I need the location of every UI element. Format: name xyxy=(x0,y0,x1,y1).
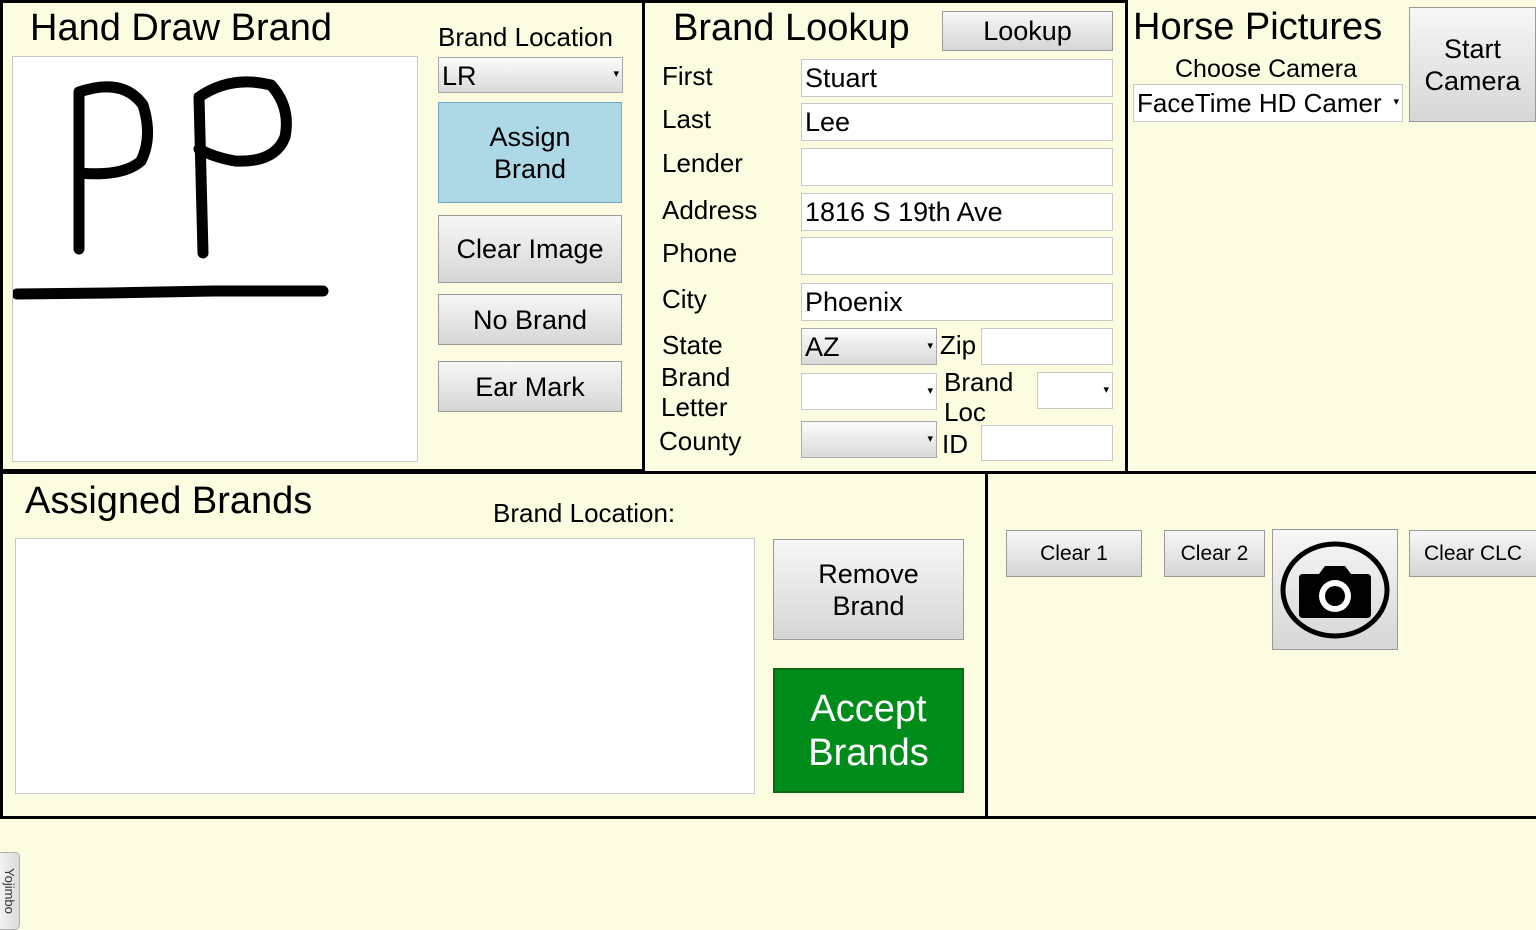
assigned-brands-list[interactable] xyxy=(15,538,755,794)
phone-field[interactable] xyxy=(801,237,1113,275)
brand-letter-label-line1: Brand xyxy=(661,362,731,392)
capture-photo-button[interactable] xyxy=(1272,529,1398,650)
brand-location-value: LR xyxy=(442,61,477,91)
first-label: First xyxy=(662,61,713,91)
horse-pictures-title: Horse Pictures xyxy=(1133,6,1383,48)
brand-loc-select[interactable]: ▾ xyxy=(1037,372,1113,409)
brand-location-label: Brand Location xyxy=(438,22,613,52)
clear-1-button[interactable]: Clear 1 xyxy=(1006,530,1142,577)
camera-value: FaceTime HD Camer xyxy=(1137,88,1382,118)
clear-image-button[interactable]: Clear Image xyxy=(438,215,622,283)
choose-camera-label: Choose Camera xyxy=(1174,55,1358,83)
address-label: Address xyxy=(662,195,758,225)
brand-loc-label-line1: Brand xyxy=(944,367,1014,397)
no-brand-button[interactable]: No Brand xyxy=(438,294,622,345)
county-label: County xyxy=(659,426,742,456)
yojimbo-side-tab[interactable]: Yojimbo xyxy=(0,852,20,930)
chevron-down-icon: ▾ xyxy=(927,384,933,397)
camera-select[interactable]: FaceTime HD Camer ▾ xyxy=(1133,84,1403,122)
start-camera-button[interactable]: Start Camera xyxy=(1409,7,1536,122)
drawn-brand-strokes xyxy=(11,76,329,300)
id-field[interactable] xyxy=(981,425,1113,461)
brand-loc-label-line2: Loc xyxy=(944,397,986,427)
clear-2-button[interactable]: Clear 2 xyxy=(1164,530,1265,577)
accept-brands-button[interactable]: Accept Brands xyxy=(773,668,964,793)
brand-location-select[interactable]: LR ▾ xyxy=(438,57,623,93)
yojimbo-tab-label: Yojimbo xyxy=(2,868,17,914)
phone-label: Phone xyxy=(662,238,738,268)
clear-clc-button[interactable]: Clear CLC xyxy=(1409,530,1536,577)
chevron-down-icon: ▾ xyxy=(927,432,933,445)
brand-lookup-title: Brand Lookup xyxy=(673,7,910,49)
chevron-down-icon: ▾ xyxy=(1103,383,1109,396)
zip-field[interactable] xyxy=(981,328,1113,365)
state-label: State xyxy=(662,330,723,360)
last-label: Last xyxy=(662,104,712,134)
drawing-canvas[interactable] xyxy=(11,56,418,462)
city-field[interactable]: Phoenix xyxy=(801,283,1113,321)
last-name-field[interactable]: Lee xyxy=(801,103,1113,141)
assigned-brands-title: Assigned Brands xyxy=(25,480,313,522)
brand-letter-select[interactable]: ▾ xyxy=(801,373,937,410)
remove-brand-button[interactable]: Remove Brand xyxy=(773,539,964,640)
camera-capture-panel xyxy=(985,471,1536,819)
camera-icon xyxy=(1280,541,1390,638)
first-name-field[interactable]: Stuart xyxy=(801,59,1113,97)
state-select[interactable]: AZ ▾ xyxy=(801,328,937,365)
state-value: AZ xyxy=(805,332,840,362)
address-field[interactable]: 1816 S 19th Ave xyxy=(801,193,1113,231)
chevron-down-icon: ▾ xyxy=(1393,96,1399,108)
lender-label: Lender xyxy=(662,148,743,178)
lender-field[interactable] xyxy=(801,148,1113,186)
city-label: City xyxy=(662,284,707,314)
zip-label: Zip xyxy=(940,330,977,360)
hand-draw-title: Hand Draw Brand xyxy=(30,7,333,49)
ear-mark-button[interactable]: Ear Mark xyxy=(438,361,622,412)
lookup-button[interactable]: Lookup xyxy=(942,11,1113,51)
assign-brand-button[interactable]: Assign Brand xyxy=(438,102,622,203)
county-select[interactable]: ▾ xyxy=(801,421,937,458)
chevron-down-icon: ▾ xyxy=(927,339,933,352)
chevron-down-icon: ▾ xyxy=(613,68,619,80)
assigned-brand-location-label: Brand Location: xyxy=(493,498,676,528)
id-label: ID xyxy=(942,429,968,459)
brand-letter-label-line2: Letter xyxy=(661,392,728,422)
